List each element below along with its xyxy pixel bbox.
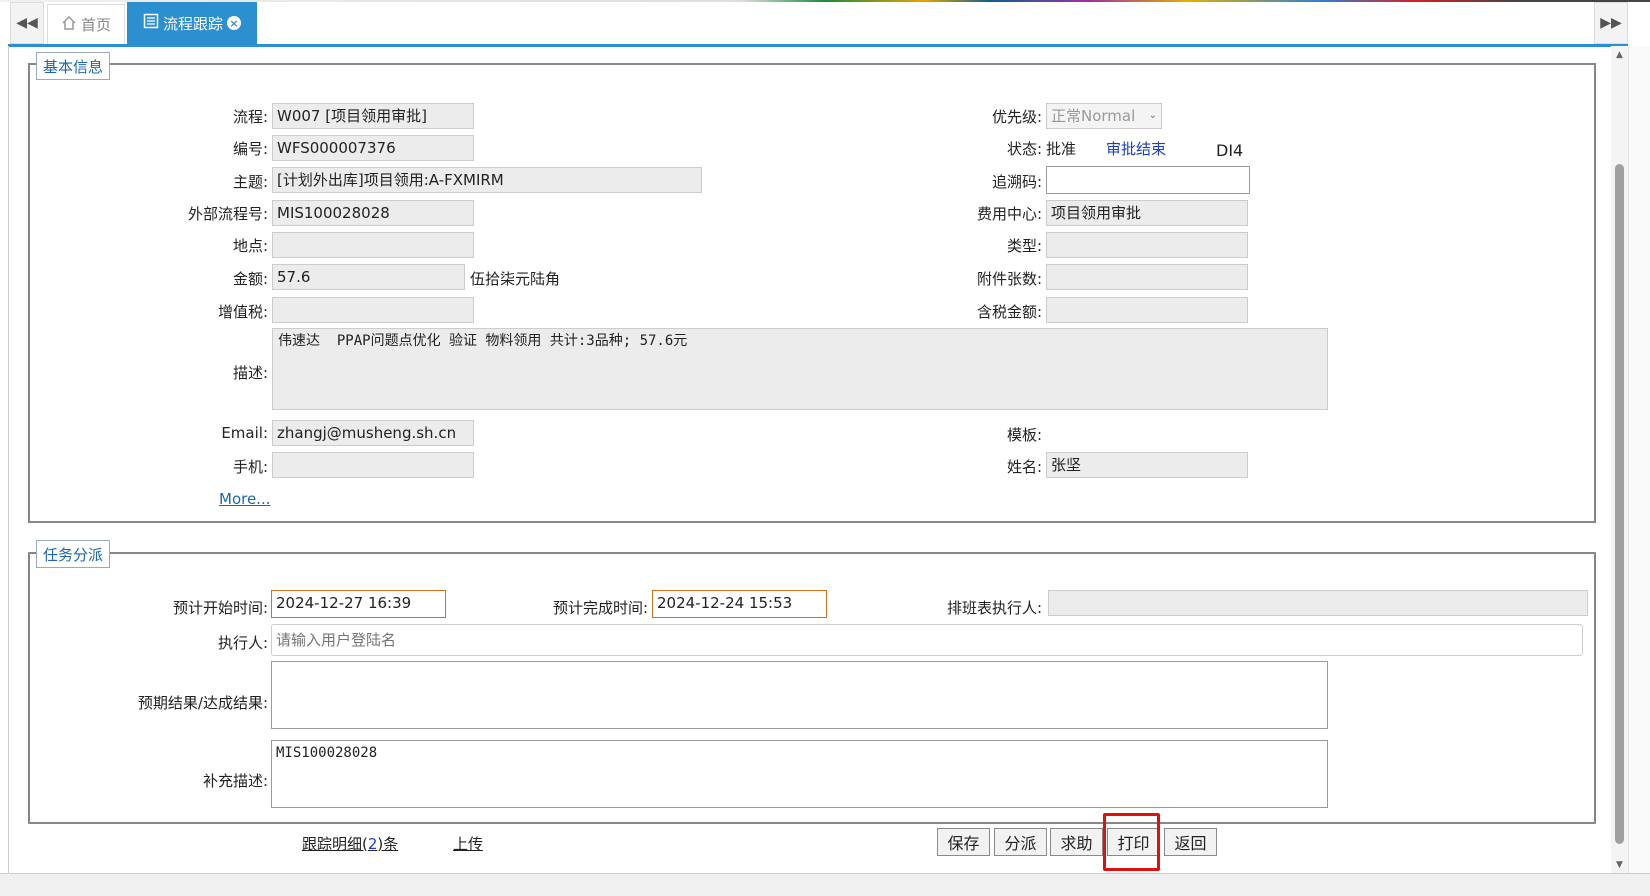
tab-scroll-left-button[interactable]: ◀◀ [10,2,44,44]
type-field [1046,232,1248,258]
trace-code-label: 追溯码: [991,173,1042,191]
tab-home[interactable]: 首页 [47,4,125,44]
planned-end-label: 预计完成时间: [552,599,648,617]
email-field: zhangj@musheng.sh.cn [272,420,474,446]
left-border [8,46,9,873]
help-button[interactable]: 求助 [1050,828,1103,856]
right-side-strip [1628,46,1650,873]
executor-input[interactable] [271,624,1583,656]
home-icon [61,15,77,35]
vat-label: 增值税: [217,303,268,321]
assign-button[interactable]: 分派 [994,828,1047,856]
status-label: 状态: [1006,140,1042,158]
basic-info-legend: 基本信息 [36,52,111,80]
description-label: 描述: [232,364,268,382]
chevron-down-icon: ⌄ [1148,110,1157,121]
type-label: 类型: [1006,237,1042,255]
name-field: 张坚 [1046,452,1248,478]
tab-flow-trace[interactable]: 流程跟踪 × [127,2,257,44]
trace-detail-prefix: 跟踪明细( [302,835,368,853]
cost-center-field: 项目领用审批 [1046,200,1248,226]
status-extra: DI4 [1216,141,1244,160]
external-flow-number-label: 外部流程号: [187,205,268,223]
subject-label: 主题: [232,173,268,191]
basic-info-fieldset [28,63,1596,523]
priority-label: 优先级: [991,108,1042,126]
print-highlight-box [1103,813,1160,871]
schedule-executor-field [1048,590,1588,616]
priority-select[interactable]: 正常Normal ⌄ [1046,103,1162,129]
subject-field: [计划外出库]项目领用:A-FXMIRM [272,167,702,193]
flow-field: W007 [项目领用审批] [272,103,474,129]
extra-description-textarea[interactable]: MIS100028028 [271,740,1328,808]
tax-amount-label: 含税金额: [976,303,1042,321]
external-flow-number-field: MIS100028028 [272,200,474,226]
cost-center-label: 费用中心: [976,205,1042,223]
name-label: 姓名: [1006,458,1042,476]
tab-flow-trace-label: 流程跟踪 [162,14,223,33]
priority-select-value: 正常Normal [1051,107,1136,125]
trace-detail-suffix: )条 [377,835,399,853]
tab-home-label: 首页 [80,16,111,34]
back-button[interactable]: 返回 [1164,828,1217,856]
location-field [272,232,474,258]
more-link[interactable]: More... [219,490,271,508]
task-assign-legend: 任务分派 [36,540,111,568]
trace-code-input[interactable] [1046,166,1250,194]
save-button[interactable]: 保存 [937,828,990,856]
scroll-down-icon[interactable]: ▼ [1611,856,1628,873]
attachment-count-field [1046,264,1248,290]
double-chevron-right-icon: ▶▶ [1600,15,1622,31]
mobile-field [272,452,474,478]
number-field: WFS000007376 [272,135,474,161]
status-value: 批准 [1046,140,1077,158]
amount-label: 金额: [232,270,268,288]
location-label: 地点: [232,237,268,255]
expected-result-textarea[interactable] [271,661,1328,729]
description-textarea: 伟速达 PPAP问题点优化 验证 物料领用 共计:3品种; 57.6元 [272,328,1328,410]
vertical-scrollbar[interactable]: ▲ ▼ [1611,46,1628,873]
planned-end-input[interactable]: 2024-12-24 15:53 [652,590,827,618]
mobile-label: 手机: [232,458,268,476]
expected-result-label: 预期结果/达成结果: [137,694,268,712]
tax-amount-field [1046,297,1248,323]
planned-start-label: 预计开始时间: [172,599,268,617]
template-label: 模板: [1006,426,1042,444]
scrollbar-thumb[interactable] [1615,164,1624,844]
vat-field [272,297,474,323]
amount-field: 57.6 [272,264,465,290]
list-icon [143,13,159,33]
scroll-up-icon[interactable]: ▲ [1611,46,1628,63]
trace-detail-link[interactable]: 跟踪明细(2)条 [302,833,398,854]
double-chevron-left-icon: ◀◀ [16,15,38,31]
trace-detail-count: 2 [367,835,378,853]
status-link[interactable]: 审批结束 [1106,138,1166,159]
amount-in-words: 伍拾柒元陆角 [470,270,561,288]
upload-link[interactable]: 上传 [453,833,483,854]
flow-label: 流程: [232,108,268,126]
email-label: Email: [221,424,268,442]
number-label: 编号: [232,140,268,158]
tab-scroll-right-button[interactable]: ▶▶ [1594,2,1628,44]
bottom-bar [0,873,1650,896]
schedule-executor-label: 排班表执行人: [946,599,1042,617]
close-icon[interactable]: × [227,16,241,30]
planned-start-input[interactable]: 2024-12-27 16:39 [271,590,446,618]
executor-label: 执行人: [217,634,268,652]
attachment-count-label: 附件张数: [976,270,1042,288]
extra-description-label: 补充描述: [202,772,268,790]
